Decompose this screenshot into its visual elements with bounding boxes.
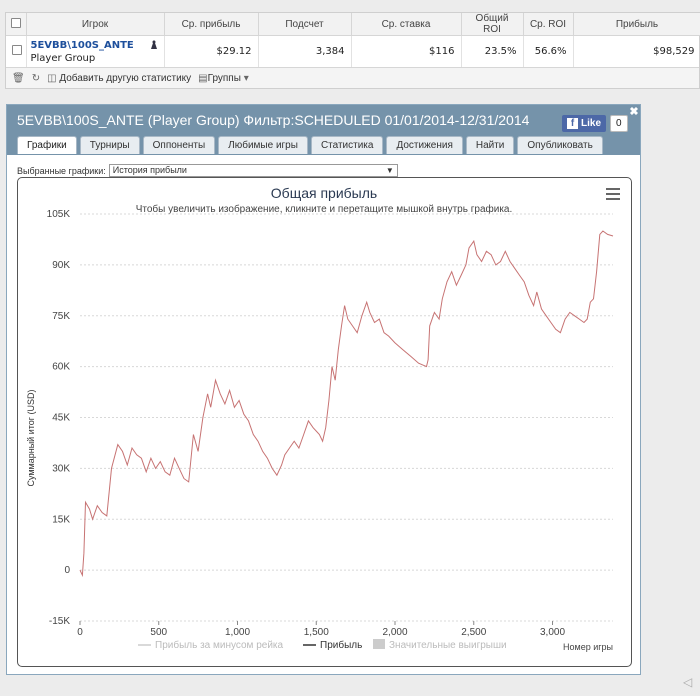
chart-selector-row: Выбранные графики: История прибыли ▼ <box>17 164 398 177</box>
y-tick-label: 45K <box>52 413 70 424</box>
tab-1[interactable]: Турниры <box>79 136 140 154</box>
like-label: Like <box>581 118 602 129</box>
trash-icon[interactable]: 🗑 <box>12 73 25 84</box>
chart-select[interactable]: История прибыли ▼ <box>108 164 398 177</box>
tab-5[interactable]: Достижения <box>386 136 463 154</box>
profit-value: $98,529 <box>573 35 700 67</box>
x-tick-label: 3,000 <box>540 627 565 638</box>
like-button[interactable]: f Like <box>562 115 607 132</box>
avg-profit-value: $29.12 <box>164 35 259 67</box>
tab-4[interactable]: Статистика <box>310 136 384 154</box>
groups-label: Группы <box>207 72 241 84</box>
total-roi-value: 23.5% <box>461 35 524 67</box>
x-tick-label: 2,500 <box>461 627 486 638</box>
legend-item-net: Прибыль за минусом рейка <box>155 639 284 651</box>
player-panel: 5EVBB\100S_ANTE (Player Group) Фильтр:SC… <box>6 104 641 675</box>
y-tick-label: -15K <box>49 616 70 627</box>
chart-title: Общая прибыль <box>271 185 377 201</box>
tab-3[interactable]: Любимые игры <box>218 136 308 154</box>
facebook-like[interactable]: f Like 0 <box>562 115 628 132</box>
tab-6[interactable]: Найти <box>465 136 515 154</box>
select-all-checkbox[interactable] <box>10 17 21 28</box>
x-axis-label: Номер игры <box>563 642 613 652</box>
groups-icon: ▤ <box>198 72 208 84</box>
like-count: 0 <box>610 115 628 132</box>
legend-swatch-big-wins <box>373 639 385 649</box>
col-header-profit[interactable]: Прибыль <box>573 13 700 36</box>
table-row[interactable]: 5EVBB\100S_ANTE Player Group $29.12 3,38… <box>6 35 700 67</box>
y-tick-label: 90K <box>52 260 70 271</box>
col-header-avg-profit[interactable]: Ср. прибыль <box>164 13 259 36</box>
y-tick-label: 60K <box>52 362 70 373</box>
series-line-profit <box>79 230 614 578</box>
dropdown-arrow-icon: ▼ <box>385 166 394 175</box>
close-icon[interactable]: ✖ <box>628 106 640 118</box>
facebook-icon: f <box>567 118 578 129</box>
chevron-down-icon: ▾ <box>243 72 249 84</box>
groups-dropdown[interactable]: ▤Группы ▾ <box>198 73 249 84</box>
player-icon <box>150 40 157 49</box>
refresh-icon[interactable]: ↻ <box>32 73 40 84</box>
x-tick-label: 1,500 <box>304 627 329 638</box>
col-header-count[interactable]: Подсчет <box>258 13 352 36</box>
chart-select-value: История прибыли <box>112 165 187 175</box>
legend-item-big-wins: Значительные выигрыши <box>389 640 507 651</box>
player-group-label: Player Group <box>30 53 96 64</box>
x-tick-label: 1,000 <box>225 627 250 638</box>
player-cell: 5EVBB\100S_ANTE Player Group <box>26 35 165 67</box>
y-tick-label: 30K <box>52 463 70 474</box>
tab-0[interactable]: Графики <box>17 136 77 154</box>
chart-container[interactable]: Общая прибыль Чтобы увеличить изображение… <box>17 177 632 667</box>
panel-title: 5EVBB\100S_ANTE (Player Group) Фильтр:SC… <box>17 112 530 128</box>
tab-7[interactable]: Опубликовать <box>517 136 603 154</box>
profit-chart[interactable]: Общая прибыль Чтобы увеличить изображение… <box>18 178 631 666</box>
add-stats-icon: ◫ <box>47 72 57 84</box>
y-axis-label: Суммарный итог (USD) <box>26 389 36 486</box>
expand-arrow-icon[interactable]: ◁ <box>683 675 692 689</box>
add-stats-button[interactable]: ◫ Добавить другую статистику <box>47 73 191 84</box>
selected-charts-label: Выбранные графики: <box>17 165 106 176</box>
chart-menu-icon[interactable] <box>606 188 620 200</box>
panel-header: 5EVBB\100S_ANTE (Player Group) Фильтр:SC… <box>7 105 640 155</box>
add-stats-label: Добавить другую статистику <box>59 72 192 84</box>
stats-toolbar: 🗑 ↻ ◫ Добавить другую статистику ▤Группы… <box>6 67 699 88</box>
y-tick-label: 105K <box>47 209 71 220</box>
chart-subtitle: Чтобы увеличить изображение, кликните и … <box>136 203 513 215</box>
x-tick-label: 0 <box>77 627 83 638</box>
row-checkbox[interactable] <box>12 45 22 55</box>
legend-item-profit: Прибыль <box>320 639 362 651</box>
tab-2[interactable]: Оппоненты <box>142 136 216 154</box>
x-tick-label: 500 <box>150 627 167 638</box>
player-stats-table: Игрок Ср. прибыль Подсчет Ср. ставка Общ… <box>5 12 700 89</box>
col-header-total-roi[interactable]: Общий ROI <box>461 13 524 36</box>
col-header-avg-roi[interactable]: Ср. ROI <box>523 13 574 36</box>
x-tick-label: 2,000 <box>382 627 407 638</box>
y-tick-label: 0 <box>64 565 70 576</box>
y-tick-label: 15K <box>52 514 70 525</box>
avg-roi-value: 56.6% <box>523 35 574 67</box>
avg-stake-value: $116 <box>351 35 462 67</box>
col-header-avg-stake[interactable]: Ср. ставка <box>351 13 462 36</box>
player-name-link[interactable]: 5EVBB\100S_ANTE <box>31 40 134 51</box>
panel-tabs: Графики Турниры Оппоненты Любимые игры Стати… <box>17 136 603 154</box>
y-tick-label: 75K <box>52 311 70 322</box>
col-header-player[interactable]: Игрок <box>26 13 165 36</box>
select-all-header[interactable] <box>6 13 27 36</box>
count-value: 3,384 <box>258 35 352 67</box>
